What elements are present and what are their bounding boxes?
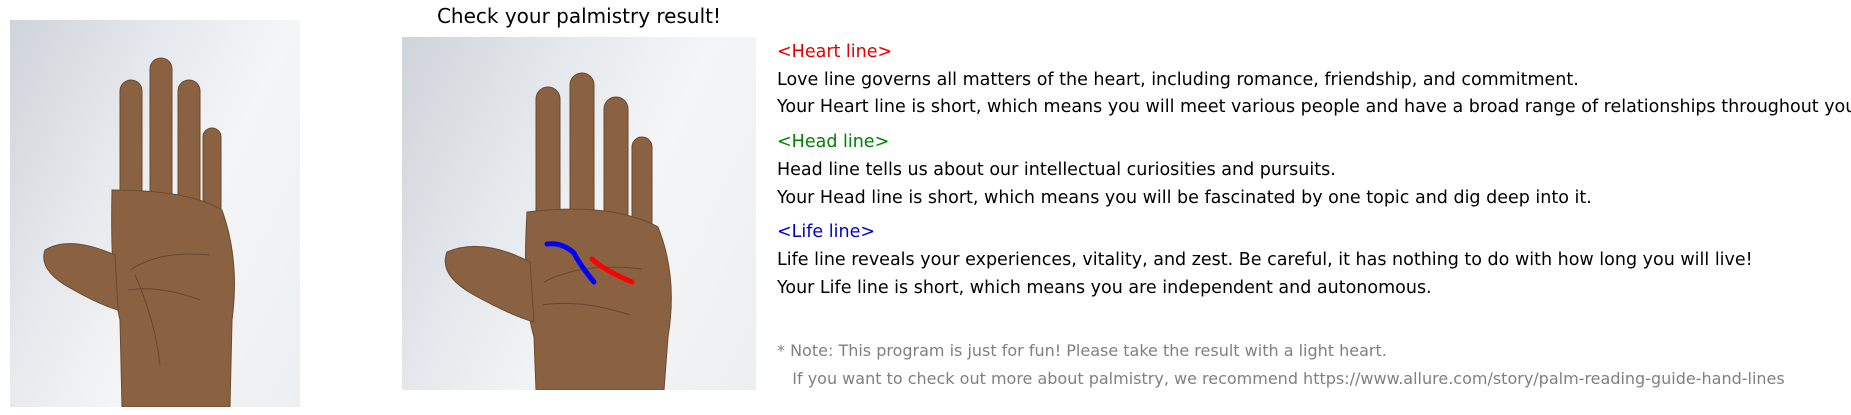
head-line-description: Head line tells us about our intellectua…: [777, 160, 1336, 180]
life-line-result: Your Life line is short, which means you…: [777, 278, 1432, 298]
heart-line-description: Love line governs all matters of the hea…: [777, 70, 1579, 90]
life-line-header: <Life line>: [777, 222, 876, 242]
hand-image: [43, 57, 235, 407]
heart-line-header: <Heart line>: [777, 42, 893, 62]
head-line-result: Your Head line is short, which means you…: [777, 188, 1592, 208]
result-hand-photo: [402, 37, 756, 390]
head-line-header: <Head line>: [777, 132, 890, 152]
note-disclaimer: * Note: This program is just for fun! Pl…: [777, 341, 1387, 360]
page-title: Check your palmistry result!: [436, 4, 722, 28]
input-hand-photo: [10, 20, 300, 407]
heart-line-result: Your Heart line is short, which means yo…: [777, 97, 1851, 117]
annotated-hand-image: [444, 72, 672, 390]
note-reference: If you want to check out more about palm…: [777, 369, 1785, 388]
life-line-description: Life line reveals your experiences, vita…: [777, 250, 1753, 270]
